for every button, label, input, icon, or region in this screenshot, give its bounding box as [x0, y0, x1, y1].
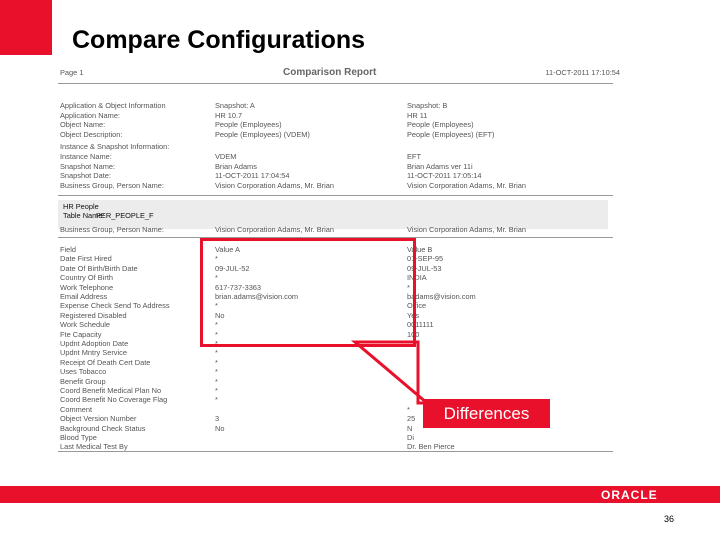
page-number: 36: [664, 514, 675, 524]
oracle-logo: ORACLE: [601, 488, 658, 502]
differences-label: Differences: [423, 399, 550, 428]
callout-arrow: [350, 340, 432, 405]
differences-highlight-box: [200, 238, 416, 347]
